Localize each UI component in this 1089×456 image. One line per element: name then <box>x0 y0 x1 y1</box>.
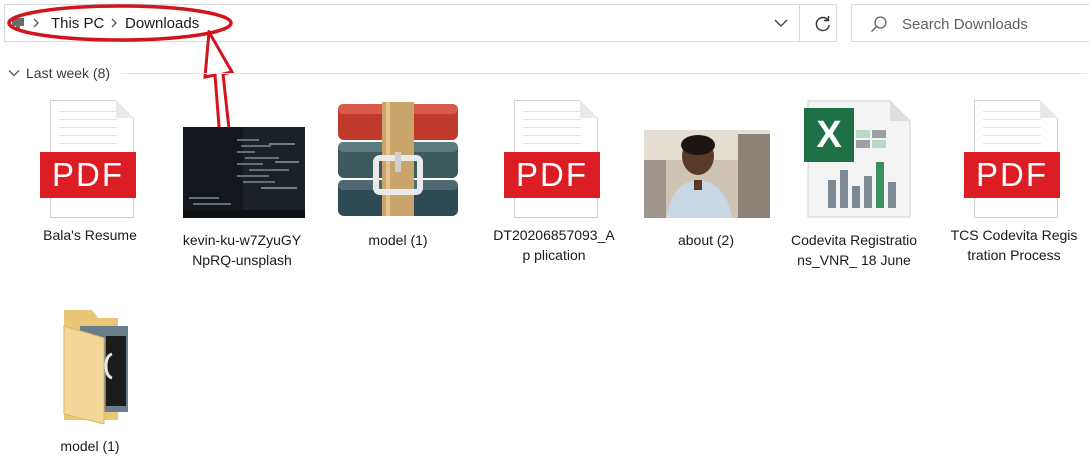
group-label: Last week (8) <box>26 65 111 81</box>
search-input[interactable] <box>900 13 1084 35</box>
search-icon <box>870 16 887 33</box>
excel-icon: X <box>804 100 911 218</box>
address-divider <box>799 5 800 41</box>
pdf-label: PDF <box>504 152 600 198</box>
winrar-archive-icon <box>338 102 458 216</box>
file-item-model-folder[interactable]: model (1) <box>20 306 160 456</box>
file-item-tcs-codevita-registration-process[interactable]: PDF TCS Codevita Registration Process <box>944 100 1084 265</box>
pdf-label: PDF <box>964 152 1060 198</box>
this-pc-icon <box>12 18 24 28</box>
photo-thumbnail-icon <box>644 130 770 218</box>
group-header-last-week[interactable]: Last week (8) <box>8 64 110 82</box>
pdf-icon: PDF <box>40 100 140 218</box>
file-item-balas-resume[interactable]: PDF Bala's Resume <box>20 100 160 245</box>
file-item-kevin-ku-unsplash[interactable]: kevin-ku-w7ZyuGY NpRQ-unsplash <box>172 100 312 270</box>
image-thumbnail-icon <box>183 127 305 220</box>
pdf-icon: PDF <box>504 100 604 218</box>
chevron-right-icon[interactable] <box>109 17 119 29</box>
file-name: about (2) <box>677 232 735 248</box>
pdf-icon: PDF <box>964 100 1064 218</box>
address-bar[interactable]: This PC Downloads <box>4 4 837 42</box>
file-name: kevin-ku-w7ZyuGY NpRQ-unsplash <box>182 232 302 268</box>
file-name: TCS Codevita Registration Process <box>950 227 1078 263</box>
breadcrumb-downloads[interactable]: Downloads <box>125 15 199 32</box>
search-box[interactable] <box>851 4 1089 42</box>
refresh-icon[interactable] <box>813 14 833 34</box>
file-name: Codevita Registrations_VNR_ 18 June <box>790 232 918 268</box>
chevron-right-icon[interactable] <box>31 17 41 29</box>
file-name: DT20206857093_Ap plication <box>493 227 615 263</box>
chevron-down-icon[interactable] <box>8 68 20 78</box>
file-name: model (1) <box>60 438 120 454</box>
pdf-label: PDF <box>40 152 136 198</box>
file-item-about-2[interactable]: about (2) <box>636 100 776 250</box>
chevron-down-icon[interactable] <box>773 17 789 29</box>
file-item-model-archive[interactable]: model (1) <box>328 100 468 250</box>
file-item-dt20206857093-application[interactable]: PDF DT20206857093_Ap plication <box>484 100 624 265</box>
file-item-codevita-registrations-excel[interactable]: X Codevita Registrations_VNR_ 18 June <box>784 100 924 270</box>
file-name: model (1) <box>368 232 428 248</box>
group-divider <box>121 73 1087 74</box>
file-name: Bala's Resume <box>43 227 137 243</box>
folder-icon <box>63 310 128 425</box>
breadcrumb-this-pc[interactable]: This PC <box>51 15 104 32</box>
svg-text:X: X <box>816 114 842 156</box>
